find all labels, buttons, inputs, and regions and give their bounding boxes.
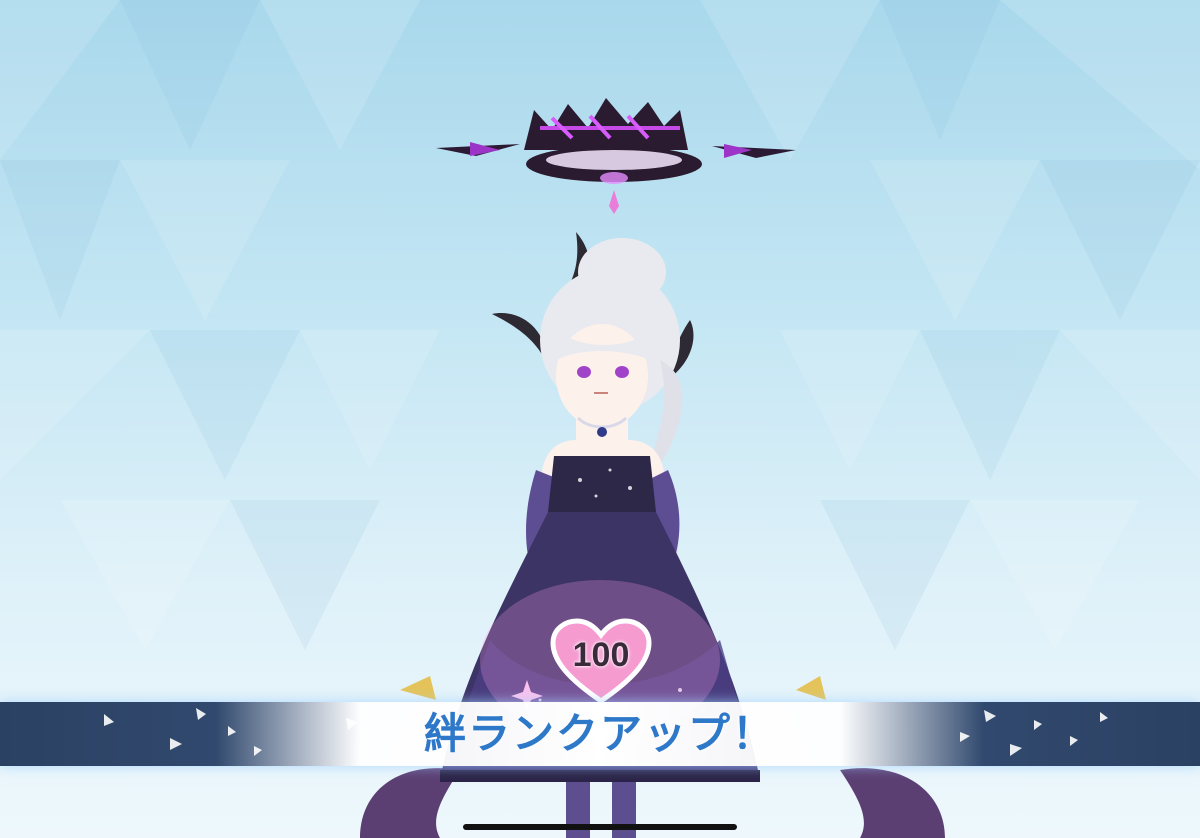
bond-rank-value: 100 xyxy=(572,636,630,674)
home-indicator[interactable] xyxy=(463,824,737,830)
halo-icon xyxy=(436,98,796,214)
rank-up-banner: 絆ランクアップ！ xyxy=(0,702,1200,766)
rank-up-title: 絆ランクアップ！ xyxy=(423,709,776,758)
game-scene[interactable]: 100 絆ランクアップ！ xyxy=(0,0,1200,838)
